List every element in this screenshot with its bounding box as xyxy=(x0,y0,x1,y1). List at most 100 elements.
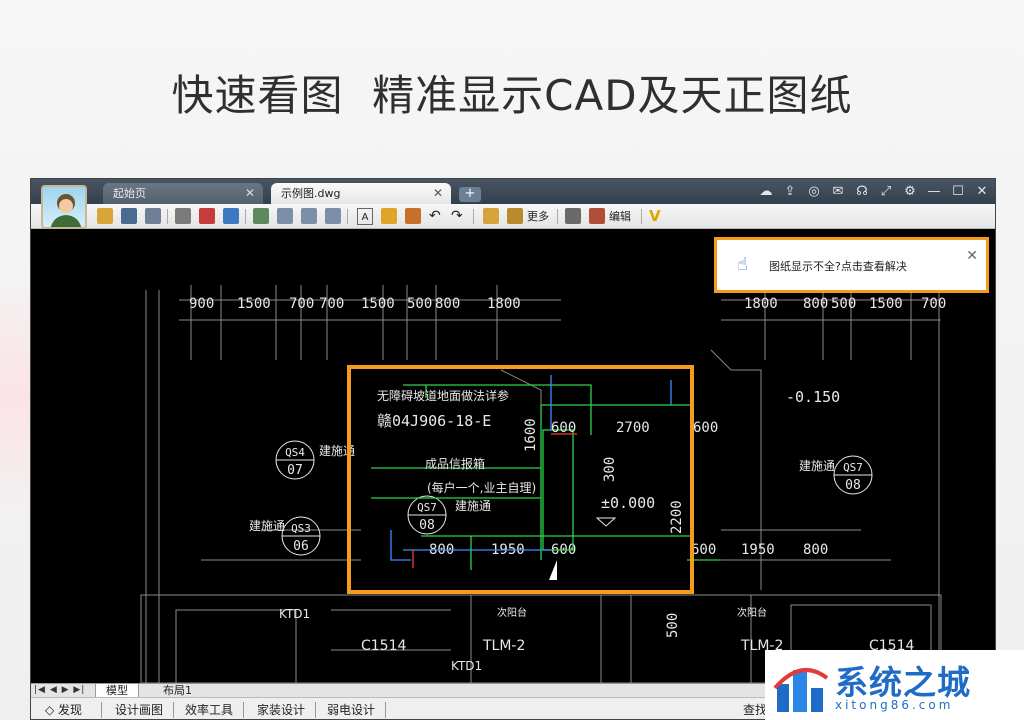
tab-example-dwg[interactable]: 示例图.dwg ✕ xyxy=(271,183,451,204)
dim-text: 600 xyxy=(693,420,718,436)
more-button[interactable]: 更多 xyxy=(527,208,549,225)
undo-icon[interactable]: ↶ xyxy=(429,208,441,225)
pan-icon[interactable] xyxy=(253,208,269,224)
slide: { "headline": "快速看图 精准显示CAD及天正图纸", "tabs… xyxy=(0,0,1024,720)
note-text: (每户一个,业主自理) xyxy=(427,480,536,495)
settings-gear-icon[interactable]: ⚙ xyxy=(901,183,919,201)
site-watermark: 系统之城 xitong86.com xyxy=(765,650,1024,720)
level-text: ±0.000 xyxy=(601,494,655,512)
cloud-icon[interactable]: ☁ xyxy=(757,183,775,201)
close-window-button[interactable]: ✕ xyxy=(973,183,991,201)
dim-text: 1600 xyxy=(523,418,539,452)
title-bar: 起始页 ✕ 示例图.dwg ✕ + ☁ ⇪ ◎ ✉ ☊ ⤢ ⚙ — ☐ ✕ xyxy=(31,179,995,204)
efficiency-tools-button[interactable]: 效率工具 xyxy=(185,702,233,718)
hand-pointer-icon: ☝ xyxy=(737,254,748,275)
note-text: 赣04J906-18-E xyxy=(377,412,491,430)
note-text: 成品信报箱 xyxy=(425,456,485,471)
dim-text: 700 xyxy=(289,296,314,312)
close-notice-icon[interactable]: ✕ xyxy=(966,248,978,264)
message-icon[interactable]: ✉ xyxy=(829,183,847,201)
tab-label: 示例图.dwg xyxy=(281,187,341,200)
tab-start-page[interactable]: 起始页 ✕ xyxy=(103,183,263,204)
grid-bubble-bottom: 08 xyxy=(845,478,861,493)
city-logo-icon xyxy=(773,668,829,712)
low-voltage-design-button[interactable]: 弱电设计 xyxy=(327,702,375,718)
dim-text: 600 xyxy=(691,542,716,558)
home-design-button[interactable]: 家装设计 xyxy=(257,702,305,718)
dim-text: 700 xyxy=(319,296,344,312)
zoom-in-icon[interactable] xyxy=(277,208,293,224)
redo-icon[interactable]: ↷ xyxy=(451,208,463,225)
notice-text[interactable]: 图纸显示不全?点击查看解决 xyxy=(769,258,907,274)
zoom-window-icon[interactable] xyxy=(301,208,317,224)
dim-text: 1950 xyxy=(741,542,775,558)
drawing-canvas[interactable]: 900 1500 700 700 1500 500 800 1800 1800 … xyxy=(31,230,995,683)
slide-headline: 快速看图 精准显示CAD及天正图纸 xyxy=(171,71,853,120)
tag-label: KTD1 xyxy=(279,607,310,621)
room-label: 次阳台 xyxy=(737,606,767,619)
site-name: 系统之城 xyxy=(835,663,971,702)
find-button[interactable]: 查找 xyxy=(743,702,767,718)
maximize-button[interactable]: ☐ xyxy=(949,183,967,201)
note-text: 无障碍坡道地面做法详参 xyxy=(377,388,509,403)
save-as-icon[interactable] xyxy=(145,208,161,224)
markup-icon[interactable] xyxy=(405,208,421,224)
close-tab-icon[interactable]: ✕ xyxy=(245,183,255,204)
save-icon[interactable] xyxy=(121,208,137,224)
dim-text: 500 xyxy=(831,296,856,312)
tab-label: 起始页 xyxy=(113,187,146,200)
grid-bubble-top: QS7 xyxy=(843,461,863,474)
vip-icon[interactable]: V xyxy=(649,208,661,225)
dim-text: 1500 xyxy=(237,296,271,312)
dim-text: 1500 xyxy=(361,296,395,312)
dim-text: 2200 xyxy=(669,500,685,534)
tab-model[interactable]: 模型 xyxy=(95,684,139,698)
discover-button[interactable]: ◇ 发现 xyxy=(45,702,82,718)
cad-drawing: 900 1500 700 700 1500 500 800 1800 1800 … xyxy=(140,285,946,683)
zoom-extents-icon[interactable] xyxy=(325,208,341,224)
dim-text: 500 xyxy=(407,296,432,312)
tag-label: C1514 xyxy=(361,638,406,654)
convert-icon[interactable] xyxy=(223,208,239,224)
close-tab-icon[interactable]: ✕ xyxy=(433,183,443,204)
headset-icon[interactable]: ☊ xyxy=(853,183,871,201)
user-avatar[interactable] xyxy=(41,185,87,229)
grid-bubble-bottom: 08 xyxy=(419,518,435,533)
note-label: 建施通 xyxy=(249,519,285,533)
dim-text: 1800 xyxy=(744,296,778,312)
toolbar: A ↶ ↷ 更多 编辑 V xyxy=(31,204,995,229)
dim-text: 300 xyxy=(602,457,618,482)
grid-bubble-top: QS3 xyxy=(291,522,311,535)
new-tab-button[interactable]: + xyxy=(459,187,481,202)
share-icon[interactable]: ⇪ xyxy=(781,183,799,201)
tab-layout1[interactable]: 布局1 xyxy=(153,684,202,698)
tag-label: TLM-2 xyxy=(482,638,525,654)
text-tool-icon[interactable]: A xyxy=(357,208,373,225)
more-icon[interactable] xyxy=(507,208,523,224)
dim-text: 700 xyxy=(921,296,946,312)
grid-bubble-top: QS7 xyxy=(417,501,437,514)
fullscreen-icon[interactable]: ⤢ xyxy=(877,183,895,201)
edit-icon[interactable] xyxy=(589,208,605,224)
design-drawing-button[interactable]: 设计画图 xyxy=(115,702,163,718)
pencil-icon[interactable] xyxy=(381,208,397,224)
wechat-icon[interactable]: ◎ xyxy=(805,183,823,201)
pdf-export-icon[interactable] xyxy=(199,208,215,224)
site-url: xitong86.com xyxy=(835,698,954,712)
help-notice[interactable]: ☝ 图纸显示不全?点击查看解决 ✕ xyxy=(714,237,989,293)
dim-text: 800 xyxy=(803,542,828,558)
note-label: 建施通 xyxy=(455,499,491,513)
print-icon[interactable] xyxy=(175,208,191,224)
dim-text: 1500 xyxy=(869,296,903,312)
minimize-button[interactable]: — xyxy=(925,183,943,201)
layout-nav-arrows[interactable]: |◀ ◀ ▶ ▶| xyxy=(34,685,85,695)
open-folder-icon[interactable] xyxy=(97,208,113,224)
edit-button[interactable]: 编辑 xyxy=(609,208,631,225)
dim-text: 800 xyxy=(435,296,460,312)
measure-icon[interactable] xyxy=(483,208,499,224)
dim-text: 500 xyxy=(665,613,681,638)
note-label: 建施通 xyxy=(799,459,835,473)
tag-label: KTD1 xyxy=(451,659,482,673)
layers-icon[interactable] xyxy=(565,208,581,224)
dim-text: 600 xyxy=(551,420,576,436)
